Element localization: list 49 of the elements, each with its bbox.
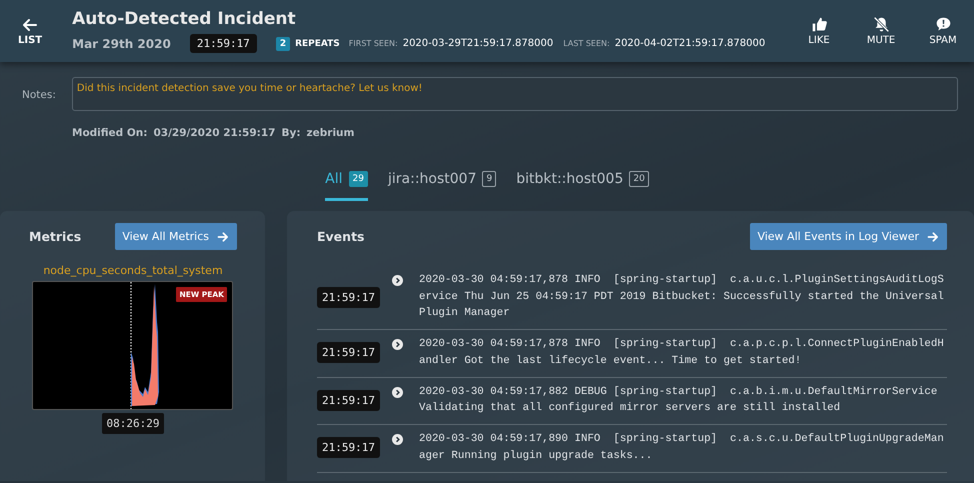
repeats-label: REPEATS: [295, 38, 340, 48]
chevron-circle-icon[interactable]: [392, 434, 403, 446]
bell-slash-icon: [872, 16, 890, 33]
thumbs-up-icon: [810, 16, 828, 33]
tab-count: 29: [348, 171, 368, 187]
last-seen-value: 2020-04-02T21:59:17.878000: [614, 38, 766, 49]
log-line: 2020-03-30 04:59:17,878 INFO [spring-startup] c.a.p.c.p.l.ConnectPluginEnabledHandler Got the last lifecycle event... Time to get started!: [418, 337, 945, 369]
notes-label: Notes:: [22, 89, 56, 101]
event-time: 21:59:17: [317, 286, 380, 308]
log-line: 2020-03-30 04:59:17,890 INFO [spring-startup] c.a.s.c.u.DefaultPluginUpgradeManager Running plugin upgrade tasks...: [418, 432, 945, 464]
chevron-circle-icon[interactable]: [392, 386, 403, 398]
event-time: 21:59:17: [317, 437, 380, 458]
mute-button[interactable]: MUTE: [850, 16, 912, 46]
arrow-right-icon: [927, 230, 939, 242]
back-button[interactable]: LIST: [18, 16, 42, 46]
by-label: By:: [281, 127, 301, 139]
first-seen-label: FIRST SEEN:: [348, 39, 398, 48]
events-title: Events: [317, 229, 364, 244]
chevron-circle-icon[interactable]: [392, 275, 403, 286]
chart-time: 08:26:29: [102, 413, 164, 434]
exclamation-bubble-icon: [934, 16, 952, 33]
metrics-title: Metrics: [29, 229, 82, 244]
source-tab[interactable]: bitbkt::host005 20: [516, 171, 649, 201]
chevron-circle-icon[interactable]: [392, 339, 403, 350]
last-seen-label: LAST SEEN:: [563, 39, 610, 48]
modified-label: Modified On:: [72, 127, 148, 139]
spam-button[interactable]: SPAM: [912, 16, 974, 46]
event-time: 21:59:17: [317, 390, 380, 411]
tab-count: 20: [629, 171, 649, 187]
view-metrics-button[interactable]: View All Metrics: [115, 223, 237, 250]
like-button[interactable]: LIKE: [788, 16, 850, 46]
view-events-button[interactable]: View All Events in Log Viewer: [750, 223, 947, 250]
incident-date: Mar 29th 2020: [72, 36, 171, 50]
tab-count: 9: [482, 171, 496, 187]
event-time: 21:59:17: [317, 342, 380, 364]
incident-title: Auto-Detected Incident: [72, 9, 297, 29]
repeats-count: 2: [276, 36, 290, 50]
source-tab[interactable]: All 29: [325, 171, 368, 201]
first-seen-value: 2020-03-29T21:59:17.878000: [402, 38, 554, 49]
log-line: 2020-03-30 04:59:17,882 DEBUG [spring-startup] c.a.b.i.m.u.DefaultMirrorService Validating that all configured mirror servers are still installed: [418, 384, 938, 416]
source-tab[interactable]: jira::host007 9: [388, 171, 496, 201]
arrow-right-icon: [217, 230, 229, 242]
metric-name: node_cpu_seconds_total_system: [42, 264, 224, 277]
incident-time: 21:59:17: [190, 34, 257, 53]
author-name: zebrium: [306, 127, 354, 139]
modified-value: 03/29/2020 21:59:17: [153, 127, 276, 139]
arrow-left-icon: [22, 16, 38, 32]
notes-field[interactable]: Did this incident detection save you time or heartache? Let us know!: [72, 77, 958, 111]
log-line: 2020-03-30 04:59:17,878 INFO [spring-startup] c.a.u.c.l.PluginSettingsAuditLogService Thu Jun 25 04:59:17 PDT 2019 Bitbucket: Successfully started the Universal Plugin Manager: [418, 273, 945, 322]
